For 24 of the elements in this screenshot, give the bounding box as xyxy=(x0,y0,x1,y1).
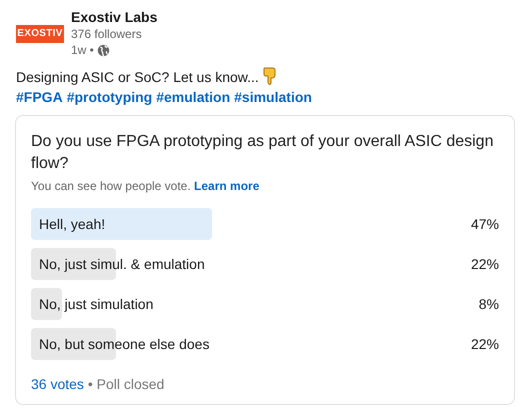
post-text: Designing ASIC or SoC? Let us know... xyxy=(16,69,259,85)
follower-count: 376 followers xyxy=(71,26,143,42)
visibility-note: You can see how people vote. xyxy=(31,179,191,193)
option-label: No, just simulation xyxy=(38,296,154,312)
hashtag-link[interactable]: #prototyping xyxy=(66,89,152,105)
vote-percentage: 47% xyxy=(470,216,499,232)
hashtag-link[interactable]: #FPGA xyxy=(16,89,63,105)
globe-icon xyxy=(96,44,110,56)
post-time: 1w • xyxy=(71,42,94,58)
option-label: No, just simul. & emulation xyxy=(38,256,205,272)
option-label: Hell, yeah! xyxy=(38,216,106,232)
vote-count-link[interactable]: 36 votes xyxy=(31,376,84,392)
vote-percentage: 22% xyxy=(470,336,499,352)
vote-percentage: 22% xyxy=(470,256,499,272)
poll-status: • Poll closed xyxy=(88,376,164,392)
company-logo[interactable]: EXOSTIV xyxy=(16,25,64,43)
hashtag-link[interactable]: #simulation xyxy=(234,89,312,105)
hashtag-link[interactable]: #emulation xyxy=(156,89,230,105)
option-label: No, but someone else does xyxy=(38,336,210,352)
pointing-hand-icon xyxy=(262,67,277,85)
learn-more-link[interactable]: Learn more xyxy=(194,179,260,193)
poll-question: Do you use FPGA prototyping as part of your overall ASIC design flow? xyxy=(31,132,494,174)
vote-percentage: 8% xyxy=(478,296,499,312)
author-name[interactable]: Exostiv Labs xyxy=(71,8,158,26)
